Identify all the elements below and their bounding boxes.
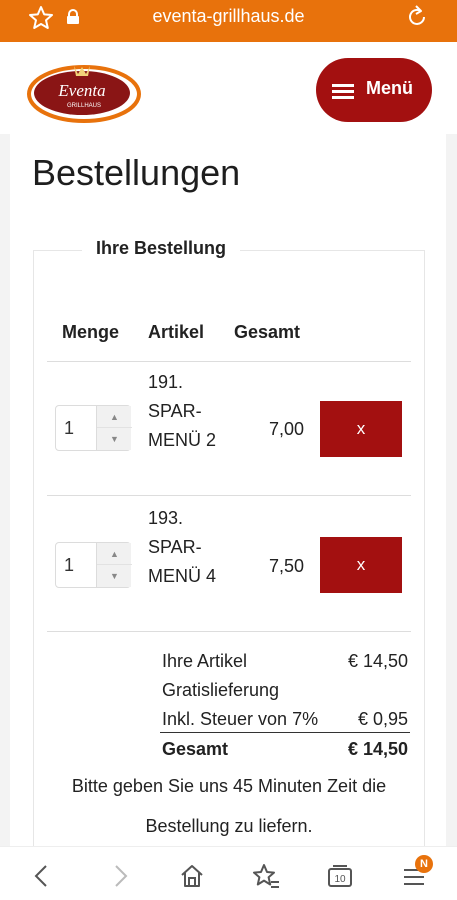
page-title: Bestellungen [32,152,241,193]
logo-text: Eventa [57,81,105,100]
column-header-gesamt: Gesamt [234,322,301,342]
item-price: 7,50 [268,556,304,576]
main-content: Bestellungen Ihre Bestellung Menge Artik… [0,134,457,870]
increment-icon[interactable]: ▲ [97,543,132,565]
hamburger-icon [332,84,354,99]
divider [47,631,411,632]
spinner[interactable]: ▲ ▼ [96,406,132,450]
divider [47,361,411,362]
eventa-logo[interactable]: Eventa GRILLHAUS [24,56,148,126]
column-header-artikel: Artikel [148,322,205,342]
browser-bottom-nav: 10 N [0,846,457,900]
home-icon[interactable] [178,862,206,890]
forward-icon[interactable] [106,862,134,890]
item-name: 193. SPAR- MENÜ 4 [148,508,217,586]
reload-icon[interactable] [404,4,430,30]
menu-label: Menü [366,78,413,98]
column-header-menge: Menge [62,322,120,342]
site-header: Eventa GRILLHAUS Menü [0,42,457,134]
decrement-icon[interactable]: ▼ [97,428,132,450]
decrement-icon[interactable]: ▼ [97,565,132,587]
back-icon[interactable] [28,862,56,890]
delivery-note: Bitte geben Sie uns 45 Minuten Zeit die … [71,776,387,836]
quantity-stepper[interactable]: 1 ▲ ▼ [55,405,132,451]
quantity-value[interactable]: 1 [64,418,74,439]
item-name: 191. SPAR- MENÜ 2 [148,372,217,450]
remove-item-button[interactable]: x [320,401,402,457]
divider [47,495,411,496]
bookmark-star-icon[interactable] [252,862,280,890]
total-divider [160,732,410,733]
menu-button[interactable]: Menü [316,58,432,122]
logo-subtext: GRILLHAUS [67,103,101,109]
remove-item-button[interactable]: x [320,537,402,593]
quantity-stepper[interactable]: 1 ▲ ▼ [55,542,132,588]
item-price: 7,00 [268,419,304,439]
order-legend: Ihre Bestellung [82,238,241,259]
notification-badge: N [415,855,433,873]
increment-icon[interactable]: ▲ [97,406,132,428]
browser-address-bar: eventa-grillhaus.de [0,0,457,42]
quantity-value[interactable]: 1 [64,555,74,576]
url-text[interactable]: eventa-grillhaus.de [0,6,457,27]
tabs-icon[interactable]: 10 [326,862,354,890]
spinner[interactable]: ▲ ▼ [96,543,132,587]
tabs-count: 10 [334,874,346,885]
